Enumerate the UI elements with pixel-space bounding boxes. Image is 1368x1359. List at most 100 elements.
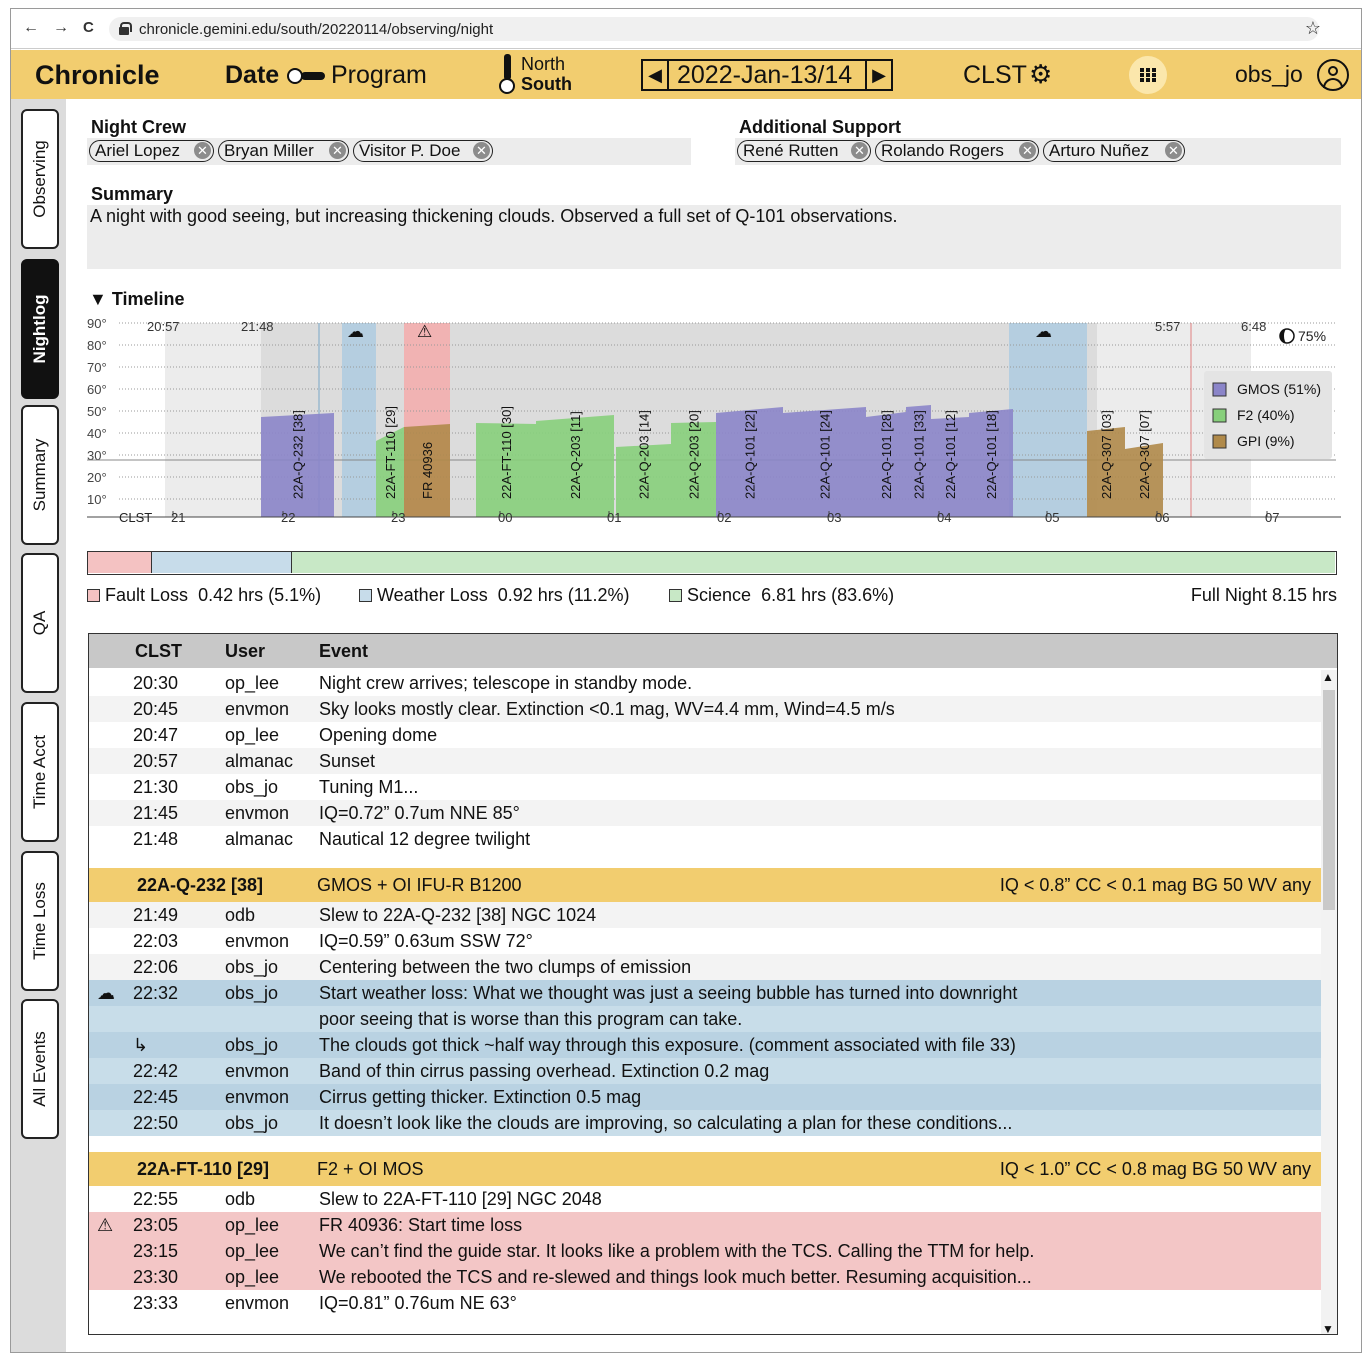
scroll-up-icon[interactable]: ▲ [1322,670,1334,684]
event-time: 20:57 [133,751,179,771]
apps-grid-icon[interactable] [1129,56,1167,94]
event-user: obs_jo [225,1113,279,1133]
scroll-down-icon[interactable]: ▼ [1322,1322,1334,1334]
event-row[interactable]: 23:30 op_lee We rebooted the TCS and re-sl… [89,1264,1321,1290]
app-brand[interactable]: Chronicle [35,60,160,91]
altitude-label: 60° [87,382,107,397]
event-text: We rebooted the TCS and re-slewed and th… [319,1267,1032,1287]
event-row[interactable]: 22:42 envmon Band of thin cirrus passing o… [89,1058,1321,1084]
tab-qa[interactable]: QA [21,553,59,693]
support-chip[interactable]: René Rutten ✕ [737,140,871,162]
timeline-chart: 90° 80° 70° 60° 50° 40° 30° 20° 10° 22A-Q-232 [38… [87,316,1341,525]
event-time: 23:30 [133,1267,179,1287]
user-name[interactable]: obs_jo [1235,61,1303,88]
col-event[interactable]: Event [319,641,368,662]
events-table: CLST User Event 20:30 op_lee Night crew ar… [88,633,1338,1335]
summary-label: Summary [91,184,174,204]
event-row[interactable]: ☁ 22:32 obs_jo Start weather loss: What we … [89,980,1321,1006]
site-south[interactable]: South [521,74,572,95]
event-text: Opening dome [319,725,438,745]
support-chip[interactable]: Arturo Nuñez ✕ [1043,140,1185,162]
tab-all-events[interactable]: All Events [21,999,59,1139]
observation-header[interactable]: 22A-FT-110 [29] F2 + OI MOS IQ < 1.0” CC <… [89,1152,1321,1186]
bookmark-star-icon[interactable]: ☆ [1305,18,1321,39]
site-toggle-icon[interactable] [499,54,517,94]
event-row[interactable]: 20:57 almanac Sunset [89,748,1321,774]
legend-label: GMOS (51%) [1237,381,1321,397]
event-row[interactable]: 21:49 odb Slew to 22A-Q-232 [38] NGC 1024 [89,902,1321,928]
event-row[interactable]: 21:45 envmon IQ=0.72” 0.7um NNE 85° [89,800,1321,826]
scroll-thumb[interactable] [1323,690,1335,910]
fault-swatch [87,589,100,602]
obs-id[interactable]: 22A-FT-110 [29] [137,1159,269,1180]
event-row[interactable]: 20:45 envmon Sky looks mostly clear. Extin… [89,696,1321,722]
reload-icon[interactable]: C [83,19,94,36]
next-night-button[interactable]: ▶ [865,61,891,89]
current-date[interactable]: 2022-Jan-13/14 [677,61,852,89]
date-program-toggle[interactable] [287,68,325,84]
time-mark: 5:57 [1155,319,1180,334]
col-user[interactable]: User [225,641,265,662]
remove-icon[interactable]: ✕ [1019,142,1036,159]
support-chip[interactable]: Rolando Rogers ✕ [875,140,1039,162]
event-row[interactable]: 20:47 op_lee Opening dome [89,722,1321,748]
event-row[interactable]: poor seeing that is worse than this prog… [89,1006,1321,1032]
event-row[interactable]: 22:50 obs_jo It doesn’t look like the clou… [89,1110,1321,1136]
event-row[interactable]: ⚠ 23:05 op_lee FR 40936: Start time loss [89,1212,1321,1238]
remove-icon[interactable]: ✕ [194,142,211,159]
event-user: almanac [225,829,294,849]
event-row[interactable]: ↳ obs_jo The clouds got thick ~half way th… [89,1032,1321,1058]
remove-icon[interactable]: ✕ [1165,142,1182,159]
support-field[interactable]: René Rutten ✕ Rolando Rogers ✕ Arturo Nuñe… [735,138,1341,165]
event-text: Band of thin cirrus passing overhead. Ex… [319,1061,770,1081]
night-crew-field[interactable]: Ariel Lopez ✕ Bryan Miller ✕ Visitor P. Do… [87,138,691,165]
remove-icon[interactable]: ✕ [851,142,868,159]
weather-loss-band [342,323,376,517]
forward-icon[interactable]: → [53,19,69,37]
observation-header[interactable]: 22A-Q-232 [38] GMOS + OI IFU-R B1200 IQ < … [89,868,1321,902]
crew-chip[interactable]: Ariel Lopez ✕ [89,140,214,162]
summary-textarea[interactable]: A night with good seeing, but increasing… [87,205,1341,269]
remove-icon[interactable]: ✕ [473,142,490,159]
gear-icon[interactable]: ⚙ [1029,60,1052,88]
crew-chip[interactable]: Visitor P. Doe ✕ [353,140,493,162]
events-header: CLST User Event [89,634,1337,668]
event-text: Slew to 22A-FT-110 [29] NGC 2048 [319,1189,602,1209]
remove-icon[interactable]: ✕ [329,142,346,159]
site-north[interactable]: North [521,54,565,75]
event-row[interactable]: 22:03 envmon IQ=0.59” 0.63um SSW 72° [89,928,1321,954]
tab-time-loss[interactable]: Time Loss [21,851,59,991]
event-user: envmon [225,1061,290,1081]
event-row[interactable]: 21:30 obs_jo Tuning M1... [89,774,1321,800]
back-icon[interactable]: ← [23,19,39,37]
time-mark: 6:48 [1241,319,1266,334]
event-row[interactable]: 21:48 almanac Nautical 12 degree twilight [89,826,1321,852]
event-row[interactable]: 23:15 op_lee We can’t find the guide star.… [89,1238,1321,1264]
hour-label: 22 [281,510,295,525]
event-user: op_lee [225,673,280,693]
tab-observing[interactable]: Observing [21,109,59,249]
address-bar[interactable]: chronicle.gemini.edu/south/20220114/obse… [109,17,1319,41]
event-row[interactable]: 20:30 op_lee Night crew arrives; telescope… [89,670,1321,696]
event-row [89,1136,1321,1152]
program-mode-label[interactable]: Program [331,61,427,90]
events-scrollbar[interactable]: ▲ ▼ [1321,670,1337,1334]
hour-label: 02 [717,510,731,525]
event-user: odb [225,905,256,925]
prev-night-button[interactable]: ◀ [643,61,669,89]
event-text: IQ=0.59” 0.63um SSW 72° [319,931,533,951]
crew-chip[interactable]: Bryan Miller ✕ [218,140,349,162]
obs-id[interactable]: 22A-Q-232 [38] [137,875,263,896]
event-row[interactable]: 22:55 odb Slew to 22A-FT-110 [29] NGC 2048 [89,1186,1321,1212]
avatar-icon[interactable] [1317,59,1349,91]
event-row[interactable]: 22:06 obs_jo Centering between the two clu… [89,954,1321,980]
program-bar-label: 22A-Q-203 [11] [568,411,583,499]
url-text[interactable]: chronicle.gemini.edu/south/20220114/obse… [139,21,493,38]
col-clst[interactable]: CLST [135,641,182,662]
event-row[interactable]: 22:45 envmon Cirrus getting thicker. Extin… [89,1084,1321,1110]
event-row[interactable]: 23:33 envmon IQ=0.81” 0.76um NE 63° [89,1290,1321,1316]
date-mode-label[interactable]: Date [225,61,279,90]
tab-time-acct[interactable]: Time Acct [21,702,59,842]
obs-conditions: IQ < 1.0” CC < 0.8 mag BG 50 WV any [999,1159,1311,1179]
full-night-total: Full Night 8.15 hrs [1190,585,1337,605]
